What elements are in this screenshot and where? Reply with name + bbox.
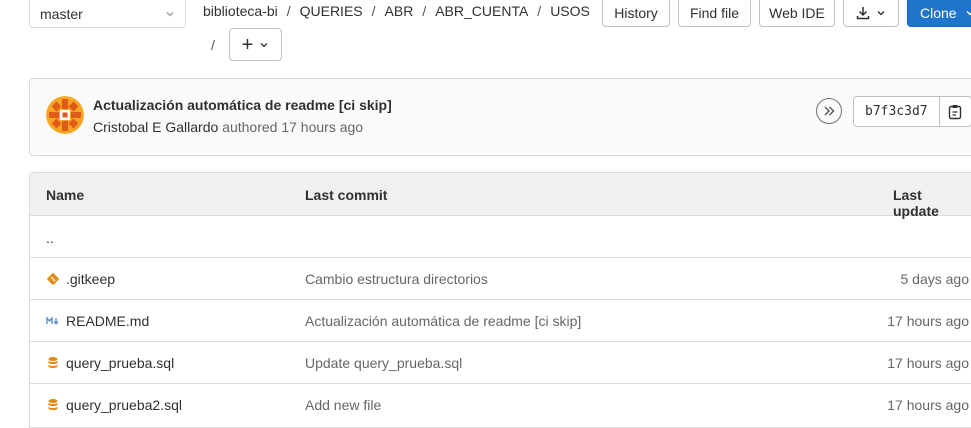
- plus-icon: +: [241, 33, 254, 56]
- commit-title[interactable]: Actualización automática de readme [ci s…: [93, 97, 392, 113]
- file-last-update: 5 days ago: [900, 271, 970, 287]
- breadcrumb-item-usos[interactable]: USOS: [550, 3, 590, 19]
- commit-verb: authored: [222, 119, 278, 135]
- row-divider: [30, 341, 971, 342]
- table-row[interactable]: README.md: [46, 313, 149, 329]
- commit-time: 17 hours ago: [281, 119, 364, 135]
- history-button[interactable]: History: [602, 0, 670, 27]
- pipeline-status-button[interactable]: [816, 98, 842, 124]
- row-divider: [30, 383, 971, 384]
- database-icon: [48, 357, 58, 368]
- file-last-update: 17 hours ago: [887, 313, 969, 329]
- table-row[interactable]: query_prueba2.sql: [46, 397, 182, 413]
- commit-sha-group: b7f3c3d7: [853, 96, 971, 127]
- git-file-icon: [47, 273, 59, 285]
- clone-button[interactable]: Clone: [907, 0, 971, 27]
- markdown-icon: [46, 316, 59, 325]
- breadcrumb-separator: /: [211, 37, 215, 53]
- file-name: .gitkeep: [66, 271, 116, 287]
- web-ide-button[interactable]: Web IDE: [759, 0, 835, 27]
- table-row[interactable]: query_prueba.sql: [46, 355, 174, 371]
- breadcrumb-separator: /: [286, 3, 291, 19]
- row-divider: [30, 257, 971, 258]
- commit-author[interactable]: Cristobal E Gallardo: [93, 119, 218, 135]
- commit-meta: Cristobal E Gallardo authored 17 hours a…: [93, 119, 363, 135]
- database-icon: [48, 399, 58, 410]
- column-header-name: Name: [46, 187, 85, 203]
- breadcrumb-item-repo[interactable]: biblioteca-bi: [203, 3, 278, 19]
- branch-name: master: [40, 6, 83, 22]
- breadcrumb-separator: /: [422, 3, 427, 19]
- table-row[interactable]: .gitkeep: [46, 271, 115, 287]
- chevron-down-icon: [166, 12, 174, 17]
- find-file-button[interactable]: Find file: [678, 0, 751, 27]
- row-divider: [30, 299, 971, 300]
- file-name: README.md: [66, 313, 150, 329]
- clone-button-label: Clone: [920, 5, 957, 21]
- copy-sha-button[interactable]: [939, 96, 971, 127]
- column-header-last-commit: Last commit: [305, 187, 388, 203]
- avatar-image: [46, 96, 84, 134]
- table-header: [30, 173, 971, 216]
- file-last-update: 17 hours ago: [887, 355, 969, 371]
- chevron-down-icon: [877, 11, 885, 16]
- breadcrumb: biblioteca-bi / QUERIES / ABR / ABR_CUEN…: [203, 3, 590, 19]
- branch-selector[interactable]: master: [29, 0, 186, 28]
- file-name: query_prueba.sql: [66, 355, 175, 371]
- download-icon: [856, 7, 870, 20]
- download-button[interactable]: [843, 0, 899, 27]
- chevron-down-icon: [966, 11, 971, 16]
- double-chevron-right-icon: [824, 106, 835, 116]
- breadcrumb-item-queries[interactable]: QUERIES: [300, 3, 363, 19]
- file-last-commit[interactable]: Cambio estructura directorios: [305, 271, 488, 287]
- add-to-tree-dropdown[interactable]: +: [229, 28, 282, 61]
- parent-directory-link[interactable]: ..: [46, 230, 54, 246]
- file-last-update: 17 hours ago: [887, 397, 969, 413]
- commit-sha[interactable]: b7f3c3d7: [853, 96, 940, 127]
- breadcrumb-separator: /: [371, 3, 376, 19]
- clipboard-icon: [948, 104, 962, 119]
- chevron-down-icon: [260, 42, 268, 47]
- file-last-commit[interactable]: Add new file: [305, 397, 381, 413]
- column-header-last-update: Last update: [893, 187, 939, 219]
- file-last-commit[interactable]: Update query_prueba.sql: [305, 355, 462, 371]
- file-name: query_prueba2.sql: [66, 397, 182, 413]
- avatar[interactable]: [46, 96, 84, 134]
- breadcrumb-item-abr[interactable]: ABR: [385, 3, 414, 19]
- breadcrumb-separator: /: [537, 3, 542, 19]
- breadcrumb-item-abr-cuenta[interactable]: ABR_CUENTA: [435, 3, 528, 19]
- file-last-commit[interactable]: Actualización automática de readme [ci s…: [305, 313, 581, 329]
